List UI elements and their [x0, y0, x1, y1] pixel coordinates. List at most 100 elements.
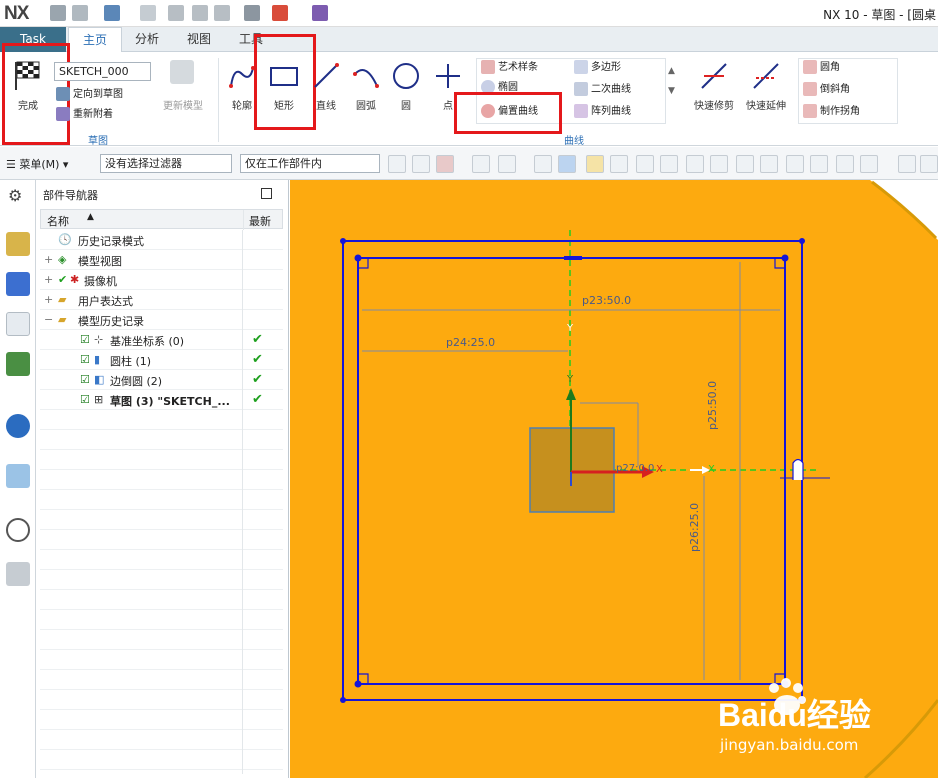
snap-existing-point-icon[interactable]	[786, 155, 804, 173]
maximize-icon[interactable]	[261, 188, 272, 199]
snap-intersection-icon[interactable]	[710, 155, 728, 173]
tab-view[interactable]: 视图	[176, 27, 222, 52]
cube-icon[interactable]	[558, 155, 576, 173]
tree-row-history-mode[interactable]: 🕓 历史记录模式	[40, 230, 283, 250]
polygon-button[interactable]: 多边形	[574, 58, 621, 78]
copy-icon[interactable]	[192, 5, 208, 21]
fillet-button[interactable]: 圆角	[803, 58, 840, 78]
tree-row-cylinder[interactable]: ☑ ▮ 圆柱 (1) ✔	[40, 350, 283, 370]
gallery-scroll-up-icon[interactable]: ▲	[668, 66, 675, 76]
eraser-icon[interactable]	[534, 155, 552, 173]
line-label[interactable]: 直线	[310, 97, 342, 112]
orient-to-sketch-button[interactable]: 定向到草图	[56, 85, 123, 105]
snap-icon-3[interactable]	[436, 155, 454, 173]
col-latest[interactable]: 最新	[249, 213, 271, 229]
point-icon[interactable]	[434, 62, 462, 90]
view-icon-2[interactable]	[920, 155, 938, 173]
menu-button[interactable]: ☰ 菜单(M) ▾	[6, 156, 68, 172]
view-icon-1[interactable]	[898, 155, 916, 173]
box-select-icon[interactable]	[498, 155, 516, 173]
dim-p25[interactable]: p25:50.0	[706, 381, 719, 430]
assembly-navigator-icon[interactable]	[6, 232, 30, 256]
reuse-library-icon[interactable]	[6, 352, 30, 376]
checkbox-icon[interactable]: ☑	[80, 393, 90, 406]
type-filter-dropdown[interactable]: 没有选择过滤器	[100, 154, 232, 173]
web-browser-icon[interactable]	[6, 464, 30, 488]
dim-p23[interactable]: p23:50.0	[582, 294, 631, 307]
print-icon[interactable]	[244, 5, 260, 21]
arc-label[interactable]: 圆弧	[350, 97, 382, 112]
snap-icon-1[interactable]	[388, 155, 406, 173]
reattach-button[interactable]: 重新附着	[56, 105, 113, 125]
chamfer-button[interactable]: 倒斜角	[803, 80, 850, 100]
quick-extend-icon[interactable]	[752, 62, 780, 90]
touch-mode-icon[interactable]	[272, 5, 288, 21]
constraint-navigator-icon[interactable]	[6, 272, 30, 296]
role-icon[interactable]	[6, 562, 30, 586]
paste-icon[interactable]	[214, 5, 230, 21]
checkbox-icon[interactable]: ☑	[80, 353, 90, 366]
pattern-curve-button[interactable]: 阵列曲线	[574, 102, 631, 122]
tree-row-sketch[interactable]: ☑ ⊞ 草图 (3) "SKETCH_... ✔	[40, 390, 283, 410]
undo-icon[interactable]	[104, 5, 120, 21]
snap-icon-4[interactable]	[472, 155, 490, 173]
checkbox-icon[interactable]: ☑	[80, 333, 90, 346]
circle-icon[interactable]	[392, 62, 420, 90]
snap-on-surface-icon[interactable]	[836, 155, 854, 173]
update-model-icon[interactable]	[170, 60, 194, 84]
sort-ascending-icon[interactable]: ▲	[87, 212, 94, 222]
sketch-name-dropdown[interactable]: SKETCH_000	[54, 62, 151, 81]
col-name[interactable]: 名称	[47, 213, 69, 229]
history-clock-icon[interactable]	[6, 518, 30, 542]
checkbox-icon[interactable]: ☑	[80, 373, 90, 386]
studio-spline-button[interactable]: 艺术样条	[481, 58, 538, 78]
offset-handle-icon[interactable]	[792, 458, 804, 481]
tree-row-user-expressions[interactable]: + ▰ 用户表达式	[40, 290, 283, 310]
snap-icon-2[interactable]	[412, 155, 430, 173]
snap-line-icon[interactable]	[610, 155, 628, 173]
dim-p27[interactable]: p27:0.0	[616, 463, 654, 474]
part-navigator-icon[interactable]	[6, 312, 30, 336]
dim-p24[interactable]: p24:25.0	[446, 336, 495, 349]
circle-label[interactable]: 圆	[390, 97, 422, 112]
update-model-label[interactable]: 更新模型	[158, 97, 208, 112]
quick-extend-label[interactable]: 快速延伸	[742, 97, 790, 112]
tab-home[interactable]: 主页	[68, 27, 122, 53]
tree-row-datum-csys[interactable]: ☑ ⊹ 基准坐标系 (0) ✔	[40, 330, 283, 350]
hd3d-tools-icon[interactable]	[6, 414, 30, 438]
profile-icon[interactable]	[228, 62, 256, 90]
conic-button[interactable]: 二次曲线	[574, 80, 631, 100]
tree-row-model-history[interactable]: − ▰ 模型历史记录	[40, 310, 283, 330]
gear-icon[interactable]: ⚙	[8, 186, 22, 205]
snap-center-icon[interactable]	[736, 155, 754, 173]
expand-icon[interactable]: +	[44, 253, 53, 266]
arc-icon[interactable]	[352, 62, 380, 90]
tree-row-cameras[interactable]: + ✔ ✱ 摄像机	[40, 270, 283, 290]
redo-icon[interactable]	[140, 5, 156, 21]
save-all-icon[interactable]	[72, 5, 88, 21]
snap-curve-icon[interactable]	[660, 155, 678, 173]
collapse-icon[interactable]: −	[44, 313, 53, 326]
make-corner-button[interactable]: 制作拐角	[803, 102, 860, 122]
snap-quadrant-icon[interactable]	[760, 155, 778, 173]
cut-icon[interactable]	[168, 5, 184, 21]
tree-row-edge-blend[interactable]: ☑ ◧ 边倒圆 (2) ✔	[40, 370, 283, 390]
snap-bounded-grid-icon[interactable]	[860, 155, 878, 173]
quick-trim-label[interactable]: 快速修剪	[690, 97, 738, 112]
snap-midpoint-icon[interactable]	[636, 155, 654, 173]
expand-icon[interactable]: +	[44, 273, 53, 286]
snap-endpoint-icon[interactable]	[586, 155, 604, 173]
graphics-window[interactable]: p23:50.0 p24:25.0 p25:50.0 p26:25.0 p27:…	[290, 180, 938, 778]
gallery-scroll-down-icon[interactable]: ▼	[668, 86, 675, 96]
dim-p26[interactable]: p26:25.0	[688, 503, 701, 552]
customize-icon[interactable]	[312, 5, 328, 21]
snap-spline-icon[interactable]	[686, 155, 704, 173]
scope-dropdown[interactable]: 仅在工作部件内	[240, 154, 380, 173]
tree-row-model-views[interactable]: + ◈ 模型视图	[40, 250, 283, 270]
quick-trim-icon[interactable]	[700, 62, 728, 90]
expand-icon[interactable]: +	[44, 293, 53, 306]
save-icon[interactable]	[50, 5, 66, 21]
snap-on-curve-icon[interactable]	[810, 155, 828, 173]
tab-analysis[interactable]: 分析	[124, 27, 170, 52]
line-icon[interactable]	[312, 62, 340, 90]
